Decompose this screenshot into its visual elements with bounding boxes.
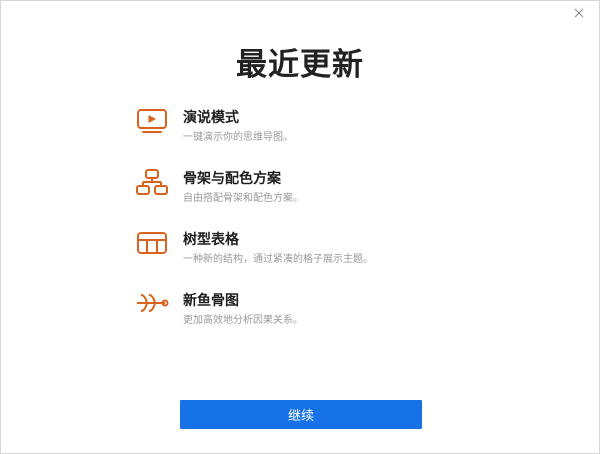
presentation-icon <box>135 107 169 135</box>
skeleton-icon <box>135 168 169 196</box>
close-button[interactable] <box>567 3 591 23</box>
table-icon <box>135 229 169 257</box>
feature-description: 自由搭配骨架和配色方案。 <box>183 193 303 204</box>
feature-description: 更加高效地分析因果关系。 <box>183 315 303 326</box>
continue-button[interactable]: 继续 <box>180 400 422 429</box>
close-icon <box>574 8 584 18</box>
feature-title: 新鱼骨图 <box>183 293 239 309</box>
feature-item-tree-table: 树型表格 一种新的结构，通过紧凑的格子展示主题。 <box>135 223 465 284</box>
feature-title: 树型表格 <box>183 232 239 248</box>
feature-description: 一键演示你的思维导图。 <box>183 132 293 143</box>
feature-title: 骨架与配色方案 <box>183 171 281 187</box>
feature-list: 演说模式 一键演示你的思维导图。 骨架与配色方案 自由搭配骨架和配色方案。 树型… <box>135 101 465 345</box>
feature-item-presentation: 演说模式 一键演示你的思维导图。 <box>135 101 465 162</box>
feature-item-skeleton: 骨架与配色方案 自由搭配骨架和配色方案。 <box>135 162 465 223</box>
dialog-window: 最近更新 演说模式 一键演示你的思维导图。 骨架与配色方案 自由搭配骨架和配色方… <box>0 0 600 454</box>
feature-title: 演说模式 <box>183 110 239 126</box>
page-title: 最近更新 <box>236 47 364 83</box>
feature-item-fishbone: 新鱼骨图 更加高效地分析因果关系。 <box>135 284 465 345</box>
fishbone-icon <box>135 290 169 318</box>
feature-description: 一种新的结构，通过紧凑的格子展示主题。 <box>183 254 373 265</box>
